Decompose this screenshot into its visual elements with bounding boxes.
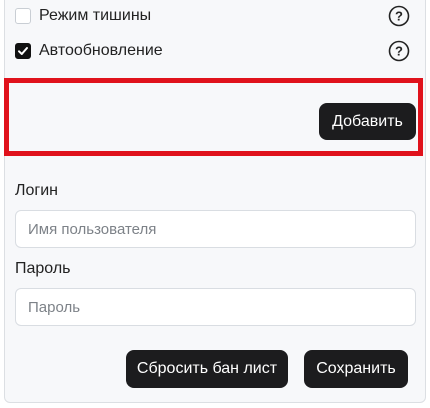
username-input[interactable] [15, 210, 416, 248]
svg-text:?: ? [395, 44, 403, 59]
silent-mode-label: Режим тишины [39, 7, 152, 24]
question-circle-icon[interactable]: ? [388, 40, 410, 62]
silent-mode-checkbox[interactable] [15, 8, 31, 24]
silent-mode-row: Режим тишины ? [15, 5, 410, 27]
question-circle-icon[interactable]: ? [388, 5, 410, 27]
auto-update-row: Автообновление ? [15, 40, 410, 62]
auto-update-checkbox[interactable] [15, 43, 31, 59]
auto-update-label: Автообновление [39, 42, 163, 59]
password-label: Пароль [15, 260, 71, 277]
svg-text:?: ? [395, 9, 403, 24]
save-button[interactable]: Сохранить [304, 350, 408, 388]
add-button[interactable]: Добавить [319, 103, 416, 140]
password-input[interactable] [15, 288, 416, 326]
checkmark-icon [18, 47, 28, 55]
login-label: Логин [15, 182, 59, 199]
reset-ban-list-button[interactable]: Сбросить бан лист [126, 350, 288, 388]
